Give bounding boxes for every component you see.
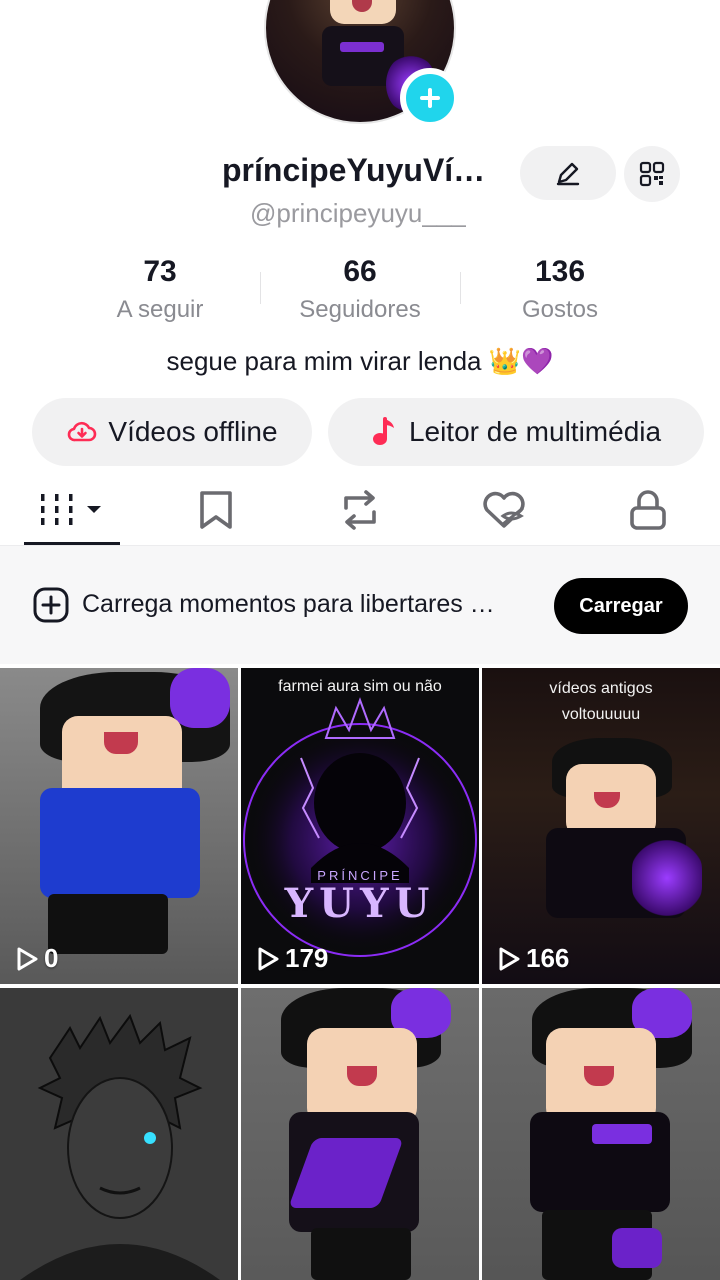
video-thumbnail-5[interactable] bbox=[241, 988, 479, 1280]
tab-private[interactable] bbox=[600, 482, 696, 538]
upload-banner-text: Carrega momentos para libertares … bbox=[82, 590, 495, 618]
profile-handle: @principeyuyu___ bbox=[250, 198, 466, 228]
stat-following-label: A seguir bbox=[116, 296, 204, 323]
video-caption-line-2: voltouuuuu bbox=[561, 706, 641, 723]
video-caption-line-1: vídeos antigos bbox=[549, 680, 653, 697]
video-thumbnail-3[interactable]: vídeos antigos voltouuuuu 166 bbox=[482, 668, 720, 984]
emblem-title: YUYU bbox=[284, 880, 436, 927]
qr-code-icon bbox=[639, 161, 665, 187]
tab-reposts[interactable] bbox=[312, 482, 408, 538]
stat-likes-count: 136 bbox=[534, 255, 586, 288]
bookmark-icon bbox=[200, 491, 232, 529]
video-thumbnail-2[interactable]: farmei aura sim ou não PRÍNCIPE YUYU 179 bbox=[241, 668, 479, 984]
plus-icon bbox=[420, 88, 440, 108]
music-note-icon bbox=[372, 417, 394, 445]
grid-icon bbox=[41, 494, 101, 525]
qr-code-button[interactable] bbox=[624, 146, 680, 202]
figure-mouth bbox=[104, 732, 138, 754]
video-thumbnail-4[interactable] bbox=[0, 988, 238, 1280]
stat-following-count: 73 bbox=[143, 255, 177, 288]
stat-likes[interactable]: 136 Gostos bbox=[460, 254, 660, 324]
profile-name-row: príncipeYuyuVí… bbox=[0, 146, 720, 202]
shirt-logo bbox=[592, 1124, 652, 1144]
add-story-button[interactable] bbox=[400, 68, 460, 128]
active-tab-indicator bbox=[24, 542, 120, 545]
profile-bio: segue para mim virar lenda 👑💜 bbox=[166, 346, 554, 376]
liked-hidden-icon bbox=[483, 491, 525, 528]
display-name: príncipeYuyuVí… bbox=[222, 152, 486, 188]
add-square-icon bbox=[33, 587, 69, 623]
edit-profile-button[interactable] bbox=[520, 146, 616, 200]
media-player-label: Leitor de multimédia bbox=[408, 416, 662, 447]
video-thumbnail-1[interactable]: 0 bbox=[0, 668, 238, 984]
pencil-icon bbox=[556, 162, 580, 186]
stat-followers-count: 66 bbox=[343, 255, 377, 288]
chevron-down-icon bbox=[87, 506, 101, 513]
tab-liked[interactable] bbox=[456, 482, 552, 538]
play-icon bbox=[499, 947, 520, 970]
figure-pants bbox=[48, 894, 168, 954]
sketch-character-art bbox=[20, 1013, 220, 1280]
media-player-button[interactable]: Leitor de multimédia bbox=[328, 398, 704, 466]
offline-videos-label: Vídeos offline bbox=[108, 416, 278, 447]
upload-button[interactable]: Carregar bbox=[554, 578, 688, 634]
principe-emblem-art bbox=[243, 697, 477, 957]
view-count-value: 166 bbox=[526, 943, 570, 973]
video-thumbnail-6[interactable] bbox=[482, 988, 720, 1280]
figure-shirt bbox=[40, 788, 200, 898]
figure-mouth bbox=[584, 1066, 614, 1086]
stat-followers-label: Seguidores bbox=[299, 296, 421, 323]
cloud-download-icon bbox=[68, 421, 97, 442]
offline-videos-button[interactable]: Vídeos offline bbox=[32, 398, 312, 466]
lock-icon bbox=[630, 490, 666, 530]
profile-stats: 73 A seguir 66 Seguidores 136 Gostos bbox=[0, 254, 720, 334]
upload-moments-banner: Carrega momentos para libertares … Carre… bbox=[0, 546, 720, 664]
view-count: 179 bbox=[255, 943, 328, 974]
tab-videos[interactable] bbox=[24, 482, 120, 538]
tab-favorites[interactable] bbox=[168, 482, 264, 538]
view-count-value: 0 bbox=[44, 943, 59, 973]
figure-pants bbox=[311, 1228, 411, 1280]
purple-pattern bbox=[612, 1228, 662, 1268]
figure-mouth bbox=[347, 1066, 377, 1086]
view-count: 166 bbox=[496, 943, 569, 974]
view-count-value: 179 bbox=[285, 943, 329, 973]
play-icon bbox=[258, 947, 279, 970]
view-count: 0 bbox=[14, 943, 58, 974]
play-icon bbox=[17, 947, 38, 970]
repost-icon bbox=[344, 490, 376, 530]
profile-avatar-container[interactable] bbox=[264, 0, 460, 128]
stat-likes-label: Gostos bbox=[521, 296, 599, 323]
figure-hair-purple bbox=[170, 668, 230, 728]
stat-following[interactable]: 73 A seguir bbox=[60, 254, 260, 324]
purple-flame bbox=[632, 838, 702, 918]
profile-tabs bbox=[0, 470, 720, 546]
avatar-shirt-logo bbox=[340, 42, 384, 52]
stat-followers[interactable]: 66 Seguidores bbox=[260, 254, 460, 324]
